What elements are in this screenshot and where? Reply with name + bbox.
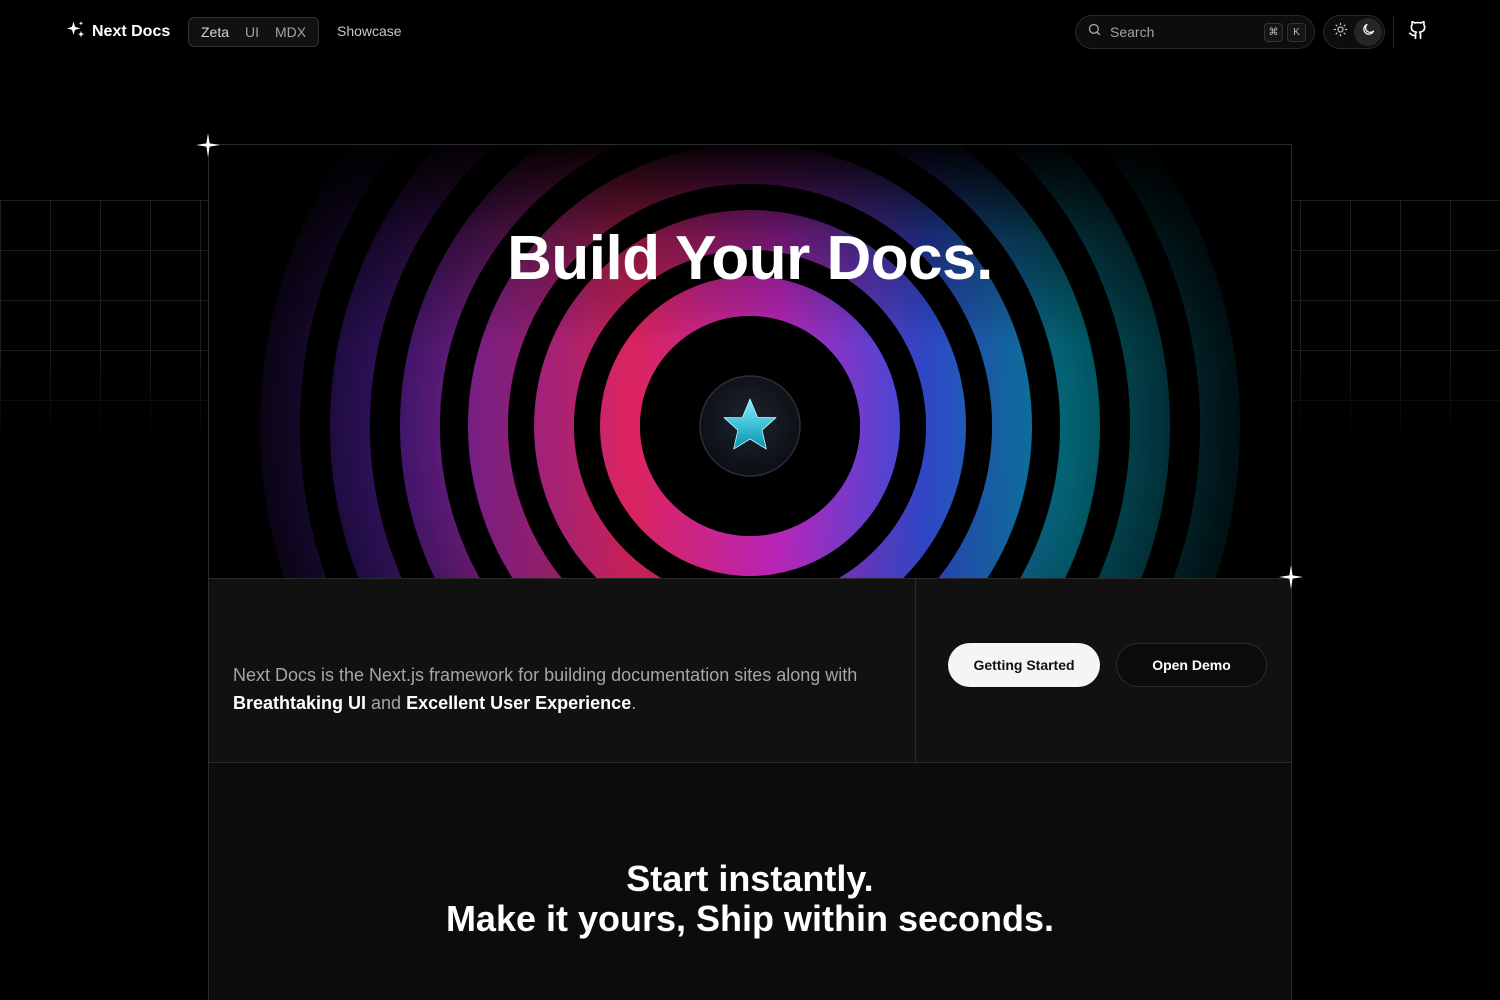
nav-link-showcase[interactable]: Showcase xyxy=(337,23,402,39)
theme-dark-button[interactable] xyxy=(1354,18,1382,46)
open-demo-button[interactable]: Open Demo xyxy=(1116,643,1267,687)
intro-panel: Next Docs is the Next.js framework for b… xyxy=(209,578,1291,763)
top-navbar: Next Docs Zeta UI MDX Showcase Search ⌘ … xyxy=(0,0,1500,64)
search-placeholder: Search xyxy=(1110,24,1155,40)
nav-item-zeta[interactable]: Zeta xyxy=(193,24,237,40)
hero-frame: Build Your Docs. Next Docs is the Next.j… xyxy=(208,144,1292,1000)
highlight-breathtaking-ui: Breathtaking UI xyxy=(233,693,367,713)
brand-name: Next Docs xyxy=(92,23,171,40)
sparkle-icon xyxy=(1279,565,1303,589)
nav-divider xyxy=(1393,16,1394,48)
section-switcher: Zeta UI MDX xyxy=(188,17,320,47)
theme-light-button[interactable] xyxy=(1326,18,1354,46)
background-grid-right xyxy=(1292,200,1500,450)
features-section: Start instantly. Make it yours, Ship with… xyxy=(209,763,1291,1000)
brand-logo-link[interactable]: Next Docs xyxy=(66,20,170,44)
getting-started-button[interactable]: Getting Started xyxy=(948,643,1100,687)
search-button[interactable]: Search ⌘ K xyxy=(1075,15,1315,49)
nav-item-ui[interactable]: UI xyxy=(237,24,267,40)
sun-icon xyxy=(1333,22,1348,42)
hero-title: Build Your Docs. xyxy=(507,224,993,293)
theme-toggle xyxy=(1323,15,1385,49)
shortcut-key-k: K xyxy=(1287,22,1306,42)
hero-banner: Build Your Docs. xyxy=(209,145,1291,578)
sparkles-icon xyxy=(66,20,86,45)
shortcut-key-cmd: ⌘ xyxy=(1264,22,1283,42)
features-heading: Start instantly. Make it yours, Ship with… xyxy=(445,858,1055,939)
github-icon xyxy=(1408,20,1428,45)
intro-description: Next Docs is the Next.js framework for b… xyxy=(233,665,858,713)
intro-divider xyxy=(915,579,916,763)
hero-rings-graphic xyxy=(209,145,1291,578)
moon-icon xyxy=(1361,22,1376,42)
github-link[interactable] xyxy=(1406,20,1430,44)
background-grid-left xyxy=(0,200,208,450)
highlight-user-experience: Excellent User Experience xyxy=(406,693,632,713)
search-icon xyxy=(1087,22,1102,42)
sparkle-icon xyxy=(196,133,220,157)
nav-item-mdx[interactable]: MDX xyxy=(267,24,314,40)
